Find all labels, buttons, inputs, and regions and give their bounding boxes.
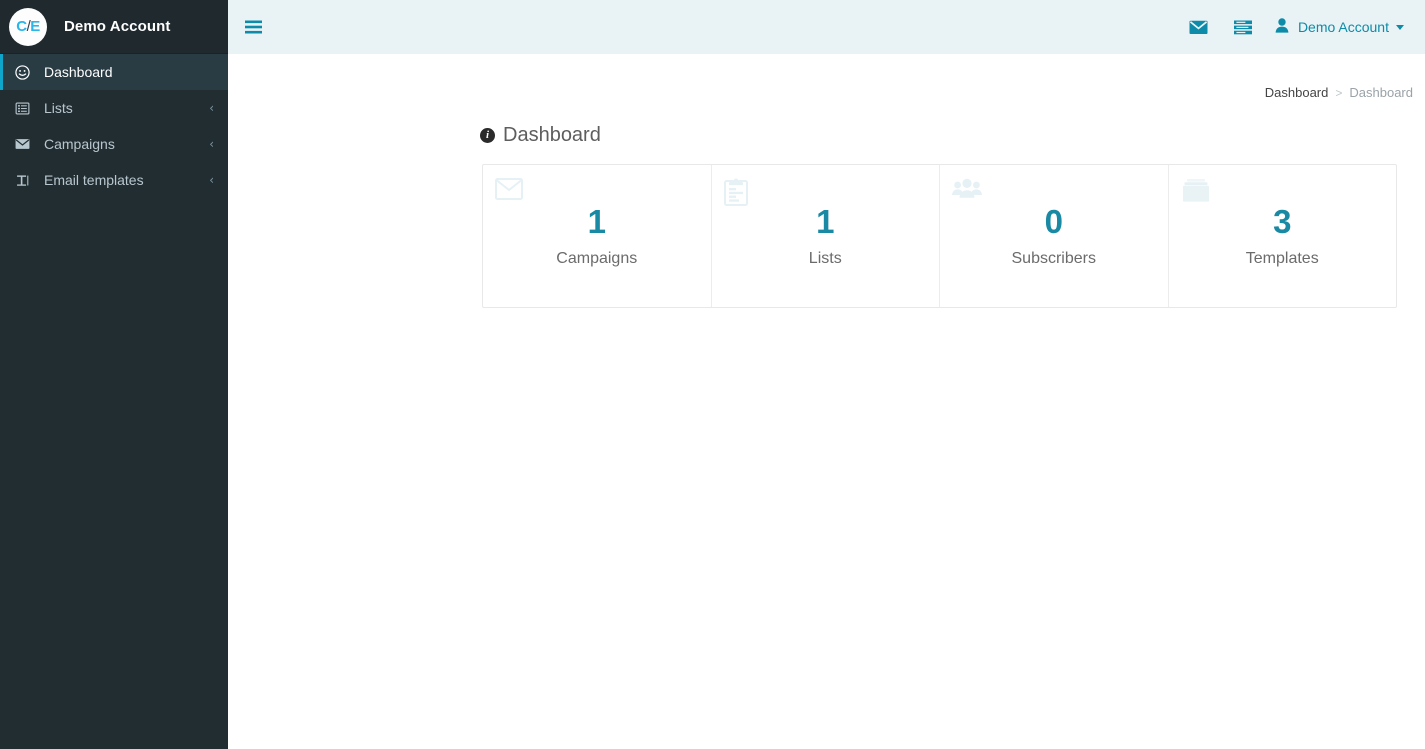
ce-circle-logo: C / E (9, 7, 47, 46)
stat-value: 1 (587, 203, 606, 240)
list-alt-icon (15, 101, 35, 116)
brand-header[interactable]: C / E Demo Account (0, 0, 228, 54)
chevron-left-icon: ‹ (209, 173, 214, 187)
sidebar-item-email-templates[interactable]: Email templates ‹ (0, 162, 228, 198)
caret-down-icon (1396, 24, 1404, 30)
stat-label: Campaigns (556, 250, 638, 267)
dashboard-icon (15, 64, 35, 80)
users-icon (952, 178, 982, 200)
stat-card-lists[interactable]: 1 Lists (712, 165, 940, 307)
page-title: Dashboard (503, 124, 601, 146)
breadcrumb-separator: > (1335, 85, 1343, 100)
logo-letter-c: C (16, 18, 27, 35)
breadcrumb-current: Dashboard (1349, 85, 1413, 100)
sidebar-item-label: Lists (44, 100, 73, 116)
stats-row: 1 Campaigns 1 Lists 0 Subscribers 3 Temp… (482, 164, 1397, 308)
envelope-open-icon (495, 178, 523, 200)
stat-card-templates[interactable]: 3 Templates (1169, 165, 1397, 307)
tasks-icon[interactable] (1221, 0, 1265, 54)
chevron-left-icon: ‹ (209, 137, 214, 151)
breadcrumb: Dashboard > Dashboard (228, 54, 1425, 100)
chevron-left-icon: ‹ (209, 101, 214, 115)
sidebar-item-label: Email templates (44, 172, 144, 188)
stat-card-subscribers[interactable]: 0 Subscribers (940, 165, 1169, 307)
envelope-icon (15, 138, 35, 150)
user-menu[interactable]: Demo Account (1265, 0, 1408, 54)
topbar-right: Demo Account (1177, 0, 1408, 54)
hamburger-icon[interactable] (228, 0, 278, 54)
breadcrumb-root[interactable]: Dashboard (1265, 85, 1329, 100)
clone-files-icon (1181, 178, 1211, 204)
main-area: Demo Account Dashboard > Dashboard i Das… (228, 0, 1425, 749)
top-navbar: Demo Account (228, 0, 1425, 54)
brand-title: Demo Account (64, 18, 171, 35)
page-content: Dashboard > Dashboard i Dashboard 1 Camp… (228, 54, 1425, 749)
stat-label: Templates (1245, 250, 1319, 267)
stat-value: 3 (1273, 203, 1292, 240)
envelope-icon[interactable] (1177, 0, 1221, 54)
sidebar: C / E Demo Account Dashboard Lists ‹ Cam… (0, 0, 228, 749)
sidebar-nav: Dashboard Lists ‹ Campaigns ‹ Email temp… (0, 54, 228, 198)
stat-value: 1 (816, 203, 835, 240)
clipboard-list-icon (723, 178, 748, 206)
sidebar-item-lists[interactable]: Lists ‹ (0, 90, 228, 126)
page-header: i Dashboard (228, 100, 1425, 147)
sidebar-item-dashboard[interactable]: Dashboard (0, 54, 228, 90)
app-root: C / E Demo Account Dashboard Lists ‹ Cam… (0, 0, 1425, 749)
logo-letter-e: E (30, 18, 40, 35)
user-icon (1275, 18, 1289, 36)
text-height-icon (15, 173, 35, 188)
stat-label: Lists (808, 250, 842, 267)
info-circle-icon: i (480, 128, 495, 143)
sidebar-item-label: Campaigns (44, 136, 115, 152)
sidebar-item-label: Dashboard (44, 64, 113, 80)
user-name: Demo Account (1297, 19, 1389, 35)
stat-label: Subscribers (1011, 250, 1096, 267)
stat-card-campaigns[interactable]: 1 Campaigns (483, 165, 712, 307)
stat-value: 0 (1044, 203, 1063, 240)
sidebar-item-campaigns[interactable]: Campaigns ‹ (0, 126, 228, 162)
